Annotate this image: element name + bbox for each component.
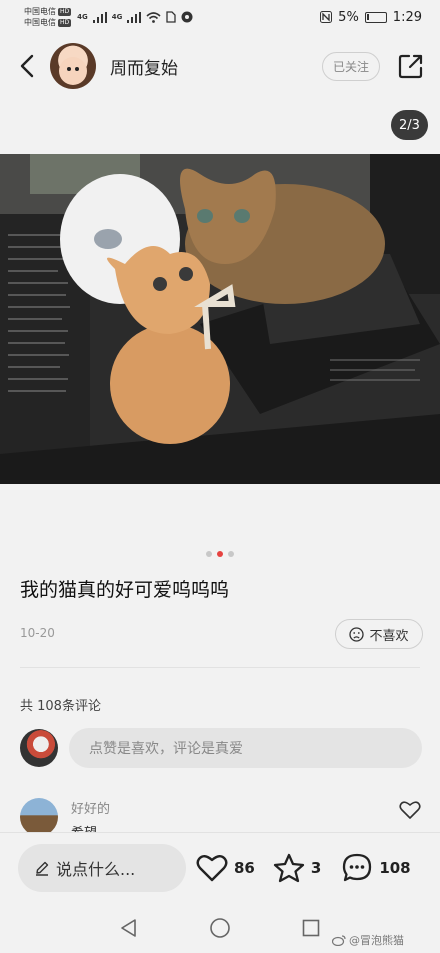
hd-badge: HD xyxy=(58,18,72,27)
follow-button[interactable]: 已关注 xyxy=(321,51,380,81)
share-icon xyxy=(398,54,423,79)
avatar-eye xyxy=(75,67,79,71)
carousel-dot xyxy=(206,551,212,557)
watermark-text: @冒泡熊猫 xyxy=(349,934,404,947)
author-avatar[interactable] xyxy=(50,43,96,89)
app-notification-icon xyxy=(181,11,193,23)
chevron-left-icon xyxy=(20,54,34,78)
network-type-2: 4G xyxy=(111,13,123,21)
carousel-indicator xyxy=(0,551,440,557)
commenter-name[interactable]: 好好的 xyxy=(71,798,110,817)
image-counter: 2/3 xyxy=(391,110,428,140)
post-title: 我的猫真的好可爱呜呜呜 xyxy=(20,579,230,601)
signal-icon xyxy=(92,11,107,23)
wifi-icon xyxy=(146,11,161,23)
status-bar: 中国电信 HD 中国电信 HD 4G 4G 5% 1:29 xyxy=(0,0,440,34)
avatar-eye xyxy=(67,67,71,71)
say-something-placeholder: 说点什么... xyxy=(56,859,136,879)
carousel-dot xyxy=(228,551,234,557)
divider xyxy=(20,667,420,668)
signal-indicators: 4G 4G xyxy=(77,11,193,23)
current-user-avatar xyxy=(20,729,58,767)
sad-face-icon xyxy=(349,626,365,642)
carrier-1: 中国电信 xyxy=(24,7,56,16)
nfc-icon xyxy=(320,11,333,23)
comment-item: 好好的 希望… xyxy=(20,796,422,832)
watermark: @冒泡熊猫 xyxy=(332,932,404,948)
carrier-2: 中国电信 xyxy=(24,18,56,27)
nav-home-icon[interactable] xyxy=(209,917,231,939)
dislike-button[interactable]: 不喜欢 xyxy=(335,619,423,649)
comment-count: 共 108条评论 xyxy=(20,699,101,714)
like-count: 86 xyxy=(234,858,255,877)
hd-badge: HD xyxy=(58,7,72,16)
nav-back-icon[interactable] xyxy=(119,918,139,938)
sim-icon xyxy=(166,11,177,23)
signal-icon xyxy=(127,11,142,23)
carrier-info: 中国电信 HD 中国电信 HD xyxy=(24,6,72,28)
say-something-input[interactable]: 说点什么... xyxy=(18,843,186,892)
comment-button[interactable]: 108 xyxy=(341,852,411,884)
battery-icon xyxy=(364,11,387,23)
weibo-logo-icon xyxy=(332,935,346,946)
comment-count-bottom: 108 xyxy=(379,858,411,877)
author-name[interactable]: 周而复始 xyxy=(110,54,178,79)
post-header: 周而复始 已关注 xyxy=(0,38,440,94)
comment-input[interactable]: 点赞是喜欢，评论是真爱 xyxy=(69,728,422,768)
post-photo[interactable] xyxy=(0,154,440,484)
comment-text: 希望… xyxy=(71,822,110,832)
status-right: 5% 1:29 xyxy=(320,10,422,25)
bottom-action-bar: 说点什么... 86 3 108 xyxy=(0,832,440,902)
cat-photo-image xyxy=(0,154,440,484)
favorite-count: 3 xyxy=(310,858,322,877)
dislike-label: 不喜欢 xyxy=(369,628,409,644)
nav-recents-icon[interactable] xyxy=(301,918,321,938)
clock: 1:29 xyxy=(392,9,422,25)
battery-level xyxy=(366,13,369,20)
battery-percent: 5% xyxy=(338,9,359,25)
favorite-button[interactable]: 3 xyxy=(273,853,321,883)
share-button[interactable] xyxy=(396,51,426,81)
like-button[interactable]: 86 xyxy=(196,853,255,883)
star-icon xyxy=(273,853,305,882)
post-date: 10-20 xyxy=(20,626,55,640)
comment-bubble-icon xyxy=(343,853,372,881)
back-button[interactable] xyxy=(16,51,38,81)
heart-icon[interactable] xyxy=(398,798,422,822)
carousel-dot xyxy=(217,551,223,557)
avatar-face xyxy=(59,57,87,85)
network-type-1: 4G xyxy=(77,13,88,21)
commenter-avatar[interactable] xyxy=(20,798,58,832)
heart-icon xyxy=(196,854,228,881)
pencil-icon xyxy=(36,861,49,876)
